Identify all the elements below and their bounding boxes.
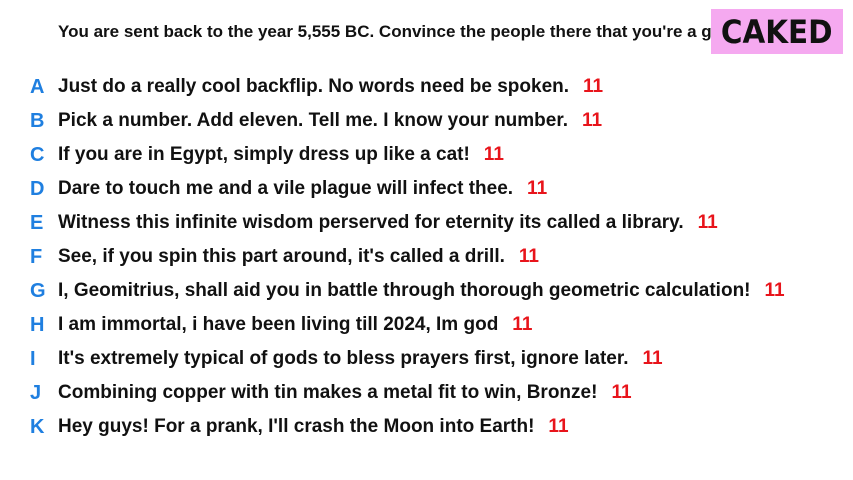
answer-label: It's extremely typical of gods to bless … <box>58 348 629 369</box>
answer-option-a[interactable]: A Just do a really cool backflip. No wor… <box>0 70 853 104</box>
answer-text: Pick a number. Add eleven. Tell me. I kn… <box>58 110 602 132</box>
answer-letter: C <box>30 143 45 166</box>
answer-text: See, if you spin this part around, it's … <box>58 246 539 268</box>
answer-text: Dare to touch me and a vile plague will … <box>58 178 547 200</box>
answer-score: 11 <box>611 382 632 403</box>
answer-option-i[interactable]: I It's extremely typical of gods to bles… <box>0 342 853 376</box>
answer-letter: K <box>30 415 45 438</box>
answer-option-g[interactable]: G I, Geomitrius, shall aid you in battle… <box>0 274 853 308</box>
answer-text: It's extremely typical of gods to bless … <box>58 348 663 370</box>
answer-label: Just do a really cool backflip. No words… <box>58 76 570 97</box>
answer-option-b[interactable]: B Pick a number. Add eleven. Tell me. I … <box>0 104 853 138</box>
answer-letter: H <box>30 313 45 336</box>
answer-text: Just do a really cool backflip. No words… <box>58 76 603 98</box>
answer-label: Pick a number. Add eleven. Tell me. I kn… <box>58 110 568 131</box>
brand-logo-text: CAKED <box>721 12 833 51</box>
answer-letter: I <box>30 347 36 370</box>
answer-score: 11 <box>697 212 718 233</box>
answer-text: I, Geomitrius, shall aid you in battle t… <box>58 280 785 302</box>
answer-option-d[interactable]: D Dare to touch me and a vile plague wil… <box>0 172 853 206</box>
answer-label: Hey guys! For a prank, I'll crash the Mo… <box>58 416 535 437</box>
answer-text: Witness this infinite wisdom perserved f… <box>58 212 718 234</box>
answer-option-k[interactable]: K Hey guys! For a prank, I'll crash the … <box>0 410 853 444</box>
brand-badge: CAKED <box>711 9 843 54</box>
answer-label: Combining copper with tin makes a metal … <box>58 382 598 403</box>
answer-option-j[interactable]: J Combining copper with tin makes a meta… <box>0 376 853 410</box>
answer-label: Witness this infinite wisdom perserved f… <box>58 212 684 233</box>
answer-score: 11 <box>764 280 785 301</box>
answer-label: I am immortal, i have been living till 2… <box>58 314 499 335</box>
answer-score: 11 <box>548 416 569 437</box>
answer-score: 11 <box>583 76 604 97</box>
answer-label: I, Geomitrius, shall aid you in battle t… <box>58 280 751 301</box>
answer-letter: A <box>30 75 45 98</box>
answer-score: 11 <box>483 144 504 165</box>
answer-letter: B <box>30 109 45 132</box>
question-prompt: You are sent back to the year 5,555 BC. … <box>58 22 738 41</box>
answer-letter: F <box>30 245 43 268</box>
answer-score: 11 <box>642 348 663 369</box>
answer-letter: D <box>30 177 45 200</box>
answer-text: Hey guys! For a prank, I'll crash the Mo… <box>58 416 569 438</box>
answer-score: 11 <box>581 110 603 131</box>
answer-option-c[interactable]: C If you are in Egypt, simply dress up l… <box>0 138 853 172</box>
answer-label: See, if you spin this part around, it's … <box>58 246 505 267</box>
answer-label: If you are in Egypt, simply dress up lik… <box>58 144 470 165</box>
answer-letter: J <box>30 381 42 404</box>
answer-label: Dare to touch me and a vile plague will … <box>58 178 514 199</box>
answer-letter: G <box>30 279 46 302</box>
answer-score: 11 <box>527 178 548 199</box>
answer-option-e[interactable]: E Witness this infinite wisdom perserved… <box>0 206 853 240</box>
answer-text: I am immortal, i have been living till 2… <box>58 314 532 336</box>
answer-option-f[interactable]: F See, if you spin this part around, it'… <box>0 240 853 274</box>
answer-text: Combining copper with tin makes a metal … <box>58 382 632 404</box>
answer-score: 11 <box>518 246 539 267</box>
answer-list: A Just do a really cool backflip. No wor… <box>0 70 853 444</box>
answer-letter: E <box>30 211 44 234</box>
answer-option-h[interactable]: H I am immortal, i have been living till… <box>0 308 853 342</box>
answer-score: 11 <box>512 314 533 335</box>
answer-text: If you are in Egypt, simply dress up lik… <box>58 144 504 166</box>
